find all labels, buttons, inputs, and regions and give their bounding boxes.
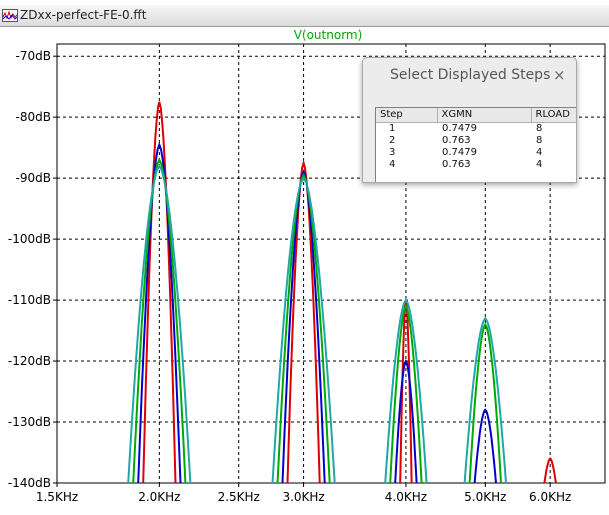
xgmn-cell: 0.763	[442, 134, 471, 146]
table-row[interactable]: 1 0.7479 8	[376, 122, 576, 135]
trace-title[interactable]: V(outnorm)	[294, 28, 363, 42]
table-row[interactable]: 3 0.7479 4	[376, 146, 576, 159]
xgmn-cell: 0.7479	[442, 122, 477, 134]
y-tick-label: -80dB	[16, 110, 51, 124]
column-header-xgmn[interactable]: XGMN	[437, 108, 532, 123]
y-tick-label: -130dB	[8, 415, 51, 429]
x-tick-label: 1.5KHz	[36, 490, 78, 504]
y-tick-label: -70dB	[16, 49, 51, 63]
rload-cell: 8	[536, 134, 543, 146]
dialog-title: Select Displayed Steps	[390, 67, 551, 83]
close-icon[interactable]: ×	[553, 66, 566, 84]
table-row[interactable]: 2 0.763 8	[376, 134, 576, 147]
step-cell: 3	[389, 146, 396, 158]
column-header-step[interactable]: Step	[376, 108, 438, 123]
column-header-rload[interactable]: RLOAD	[531, 108, 576, 123]
xgmn-cell: 0.7479	[442, 146, 477, 158]
y-tick-label: -110dB	[8, 293, 51, 307]
x-tick-label: 2.0KHz	[138, 490, 180, 504]
x-tick-label: 5.0KHz	[464, 490, 506, 504]
rload-cell: 4	[536, 158, 543, 170]
step-cell: 4	[389, 158, 396, 170]
table-row[interactable]: 4 0.763 4	[376, 158, 576, 171]
y-tick-label: -140dB	[8, 476, 51, 490]
y-axis-ticks: -70dB -80dB -90dB -100dB -110dB -120dB -130dB -…	[8, 49, 57, 490]
steps-table-container[interactable]: Step XGMN RLOAD 1 0.7479 8 2 0.763 8 3 0…	[375, 107, 576, 182]
rload-cell: 4	[536, 146, 543, 158]
x-tick-label: 2.5KHz	[218, 490, 260, 504]
y-tick-label: -120dB	[8, 354, 51, 368]
x-tick-label: 3.0KHz	[282, 490, 324, 504]
y-tick-label: -90dB	[16, 171, 51, 185]
step-cell: 1	[389, 122, 396, 134]
step-cell: 2	[389, 134, 396, 146]
x-tick-label: 6.0KHz	[529, 490, 571, 504]
steps-table[interactable]: Step XGMN RLOAD 1 0.7479 8 2 0.763 8 3 0…	[376, 108, 576, 171]
x-tick-label: 4.0KHz	[385, 490, 427, 504]
x-axis-ticks: 1.5KHz 2.0KHz 2.5KHz 3.0KHz 4.0KHz 5.0KHz 6.0K…	[36, 483, 571, 504]
steps-table-header: Step XGMN RLOAD	[376, 108, 576, 123]
y-tick-label: -100dB	[8, 232, 51, 246]
rload-cell: 8	[536, 122, 543, 134]
xgmn-cell: 0.763	[442, 158, 471, 170]
select-displayed-steps-dialog[interactable]: Select Displayed Steps × Step XGMN RLOAD…	[362, 57, 577, 183]
